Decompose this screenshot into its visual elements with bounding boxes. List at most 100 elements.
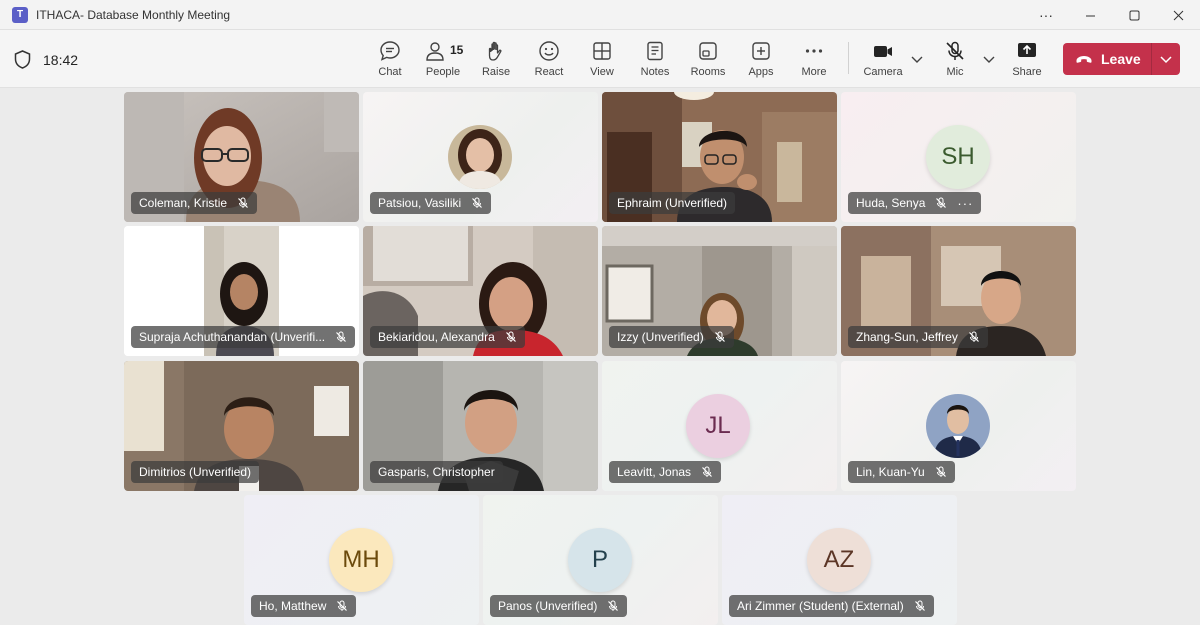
mic-off-icon: [914, 600, 926, 612]
mic-button[interactable]: Mic: [930, 40, 980, 84]
participant-name: Bekiaridou, Alexandra: [378, 330, 495, 344]
close-button[interactable]: [1156, 0, 1200, 30]
participant-tile-zhang-sun[interactable]: Zhang-Sun, Jeffrey: [841, 226, 1076, 356]
mic-off-icon: [935, 466, 947, 478]
participant-name-tag: Panos (Unverified): [490, 595, 628, 617]
toolbar-divider: [848, 42, 849, 74]
participant-tile-zimmer[interactable]: AZ Ari Zimmer (Student) (External): [722, 495, 957, 625]
participant-tile-bekiaridou[interactable]: Bekiaridou, Alexandra: [363, 226, 598, 356]
participant-tile-ephraim[interactable]: Ephraim (Unverified): [602, 92, 837, 222]
participant-name-tag: Leavitt, Jonas: [609, 461, 722, 483]
participant-tile-panos[interactable]: P Panos (Unverified): [483, 495, 718, 625]
participant-tile-supraja[interactable]: Supraja Achuthanandan (Unverifi...: [124, 226, 359, 356]
participant-tile-gasparis[interactable]: Gasparis, Christopher: [363, 361, 598, 491]
share-label: Share: [1012, 66, 1042, 78]
apps-label: Apps: [748, 66, 774, 78]
leave-button[interactable]: Leave: [1063, 43, 1180, 75]
chevron-down-icon: [1160, 56, 1172, 64]
participant-name: Izzy (Unverified): [617, 330, 704, 344]
camera-button[interactable]: Camera: [858, 40, 908, 84]
rooms-icon: [699, 42, 717, 60]
leave-options-button[interactable]: [1152, 43, 1180, 75]
mic-off-icon: [701, 466, 713, 478]
people-count: 15: [450, 43, 464, 57]
participant-name: Supraja Achuthanandan (Unverifi...: [139, 330, 326, 344]
participant-name-tag: Zhang-Sun, Jeffrey: [848, 326, 988, 348]
participant-name: Gasparis, Christopher: [378, 465, 495, 479]
chat-icon: [380, 41, 400, 61]
avatar: [448, 125, 512, 189]
mic-label: Mic: [946, 66, 964, 78]
notes-button[interactable]: Notes: [630, 40, 680, 84]
mic-off-icon: [968, 331, 980, 343]
react-label: React: [534, 66, 564, 78]
people-button[interactable]: 15 People: [418, 40, 468, 84]
shield-icon[interactable]: [14, 50, 31, 69]
meeting-time: 18:42: [43, 52, 79, 68]
share-button[interactable]: Share: [1002, 40, 1052, 84]
participant-name-tag: Izzy (Unverified): [609, 326, 734, 348]
participant-tile-dimitrios[interactable]: Dimitrios (Unverified): [124, 361, 359, 491]
participant-more-options-icon[interactable]: ···: [957, 196, 973, 211]
participant-name-tag: Huda, Senya ···: [848, 192, 982, 214]
participant-name-tag: Lin, Kuan-Yu: [848, 461, 955, 483]
participant-name: Dimitrios (Unverified): [139, 465, 252, 479]
raise-hand-icon: [488, 41, 502, 61]
leave-label: Leave: [1101, 51, 1141, 67]
mic-off-icon: [607, 600, 619, 612]
avatar-initials: P: [568, 528, 632, 592]
rooms-label: Rooms: [690, 66, 726, 78]
participant-name-tag: Ephraim (Unverified): [609, 192, 736, 214]
avatar-initials: JL: [686, 394, 750, 458]
participant-tile-izzy[interactable]: Izzy (Unverified): [602, 226, 837, 356]
notes-icon: [647, 41, 663, 61]
more-button[interactable]: More: [789, 40, 839, 84]
participant-tile-huda[interactable]: SH Huda, Senya ···: [841, 92, 1076, 222]
more-options-icon[interactable]: ···: [1024, 0, 1068, 30]
participant-tile-coleman[interactable]: Coleman, Kristie: [124, 92, 359, 222]
participant-name: Ho, Matthew: [259, 599, 327, 613]
participant-name-tag: Bekiaridou, Alexandra: [370, 326, 525, 348]
participant-tile-leavitt[interactable]: JL Leavitt, Jonas: [602, 361, 837, 491]
mic-muted-icon: [946, 41, 964, 60]
share-screen-icon: [1018, 43, 1036, 57]
chat-label: Chat: [378, 66, 402, 78]
meeting-toolbar: 18:42 Chat 15 People Raise React View No…: [0, 30, 1200, 88]
mic-off-icon: [336, 600, 348, 612]
maximize-button[interactable]: [1112, 0, 1156, 30]
grid-view-icon: [593, 42, 611, 60]
people-label: People: [425, 66, 461, 78]
mic-off-icon: [237, 197, 249, 209]
camera-icon: [874, 46, 892, 57]
ellipsis-icon: [805, 49, 823, 53]
participant-tile-lin[interactable]: Lin, Kuan-Yu: [841, 361, 1076, 491]
apps-button[interactable]: Apps: [736, 40, 786, 84]
rooms-button[interactable]: Rooms: [683, 40, 733, 84]
participant-tile-ho[interactable]: MH Ho, Matthew: [244, 495, 479, 625]
window-controls: ···: [1024, 0, 1200, 30]
people-icon: [426, 42, 444, 61]
participant-name-tag: Dimitrios (Unverified): [131, 461, 260, 483]
add-apps-icon: [752, 42, 770, 60]
participant-name: Ephraim (Unverified): [617, 196, 728, 210]
participant-name-tag: Ari Zimmer (Student) (External): [729, 595, 934, 617]
view-label: View: [590, 66, 614, 78]
participant-tile-patsiou[interactable]: Patsiou, Vasiliki: [363, 92, 598, 222]
avatar-initials: AZ: [807, 528, 871, 592]
mic-options-chevron-icon[interactable]: [982, 52, 996, 66]
chat-button[interactable]: Chat: [365, 40, 415, 84]
camera-label: Camera: [863, 66, 903, 78]
leave-main-button[interactable]: Leave: [1063, 43, 1151, 75]
avatar-initials: MH: [329, 528, 393, 592]
participant-name: Ari Zimmer (Student) (External): [737, 599, 904, 613]
mic-off-icon: [505, 331, 517, 343]
view-button[interactable]: View: [577, 40, 627, 84]
participant-name: Huda, Senya: [856, 196, 926, 210]
camera-options-chevron-icon[interactable]: [910, 52, 924, 66]
title-bar: T ITHACA- Database Monthly Meeting ···: [0, 0, 1200, 30]
participant-name: Lin, Kuan-Yu: [856, 465, 925, 479]
react-button[interactable]: React: [524, 40, 574, 84]
minimize-button[interactable]: [1068, 0, 1112, 30]
participant-name: Coleman, Kristie: [139, 196, 228, 210]
raise-hand-button[interactable]: Raise: [471, 40, 521, 84]
